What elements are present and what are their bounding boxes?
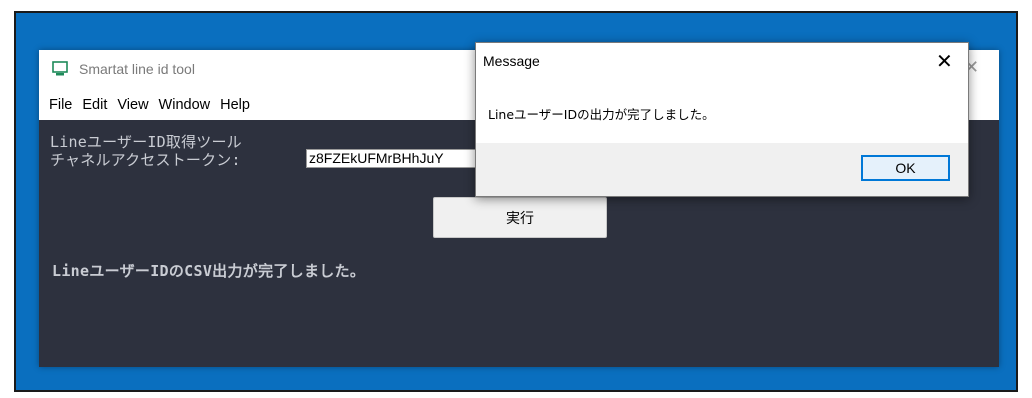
dialog-body: LineユーザーIDの出力が完了しました。	[476, 81, 968, 143]
message-dialog: Message ✕ LineユーザーIDの出力が完了しました。 OK	[475, 42, 969, 197]
menu-edit[interactable]: Edit	[77, 97, 112, 113]
dialog-message: LineユーザーIDの出力が完了しました。	[488, 107, 715, 122]
dialog-titlebar[interactable]: Message ✕	[476, 43, 968, 81]
menu-view[interactable]: View	[112, 97, 153, 113]
screenshot-frame: Smartat line id tool ✕ File Edit View Wi…	[0, 0, 1032, 398]
menu-file[interactable]: File	[39, 97, 77, 113]
run-button[interactable]: 実行	[433, 197, 607, 238]
desktop-background: Smartat line id tool ✕ File Edit View Wi…	[14, 11, 1018, 392]
app-title: Smartat line id tool	[79, 61, 195, 77]
monitor-icon	[52, 61, 68, 77]
status-message: LineユーザーIDのCSV出力が完了しました。	[52, 262, 366, 280]
ok-button[interactable]: OK	[861, 155, 950, 181]
dialog-close-icon[interactable]: ✕	[936, 50, 953, 72]
dialog-title: Message	[483, 53, 540, 69]
token-label: チャネルアクセストークン:	[50, 151, 241, 169]
menu-window[interactable]: Window	[154, 97, 216, 113]
menu-help[interactable]: Help	[215, 97, 255, 113]
